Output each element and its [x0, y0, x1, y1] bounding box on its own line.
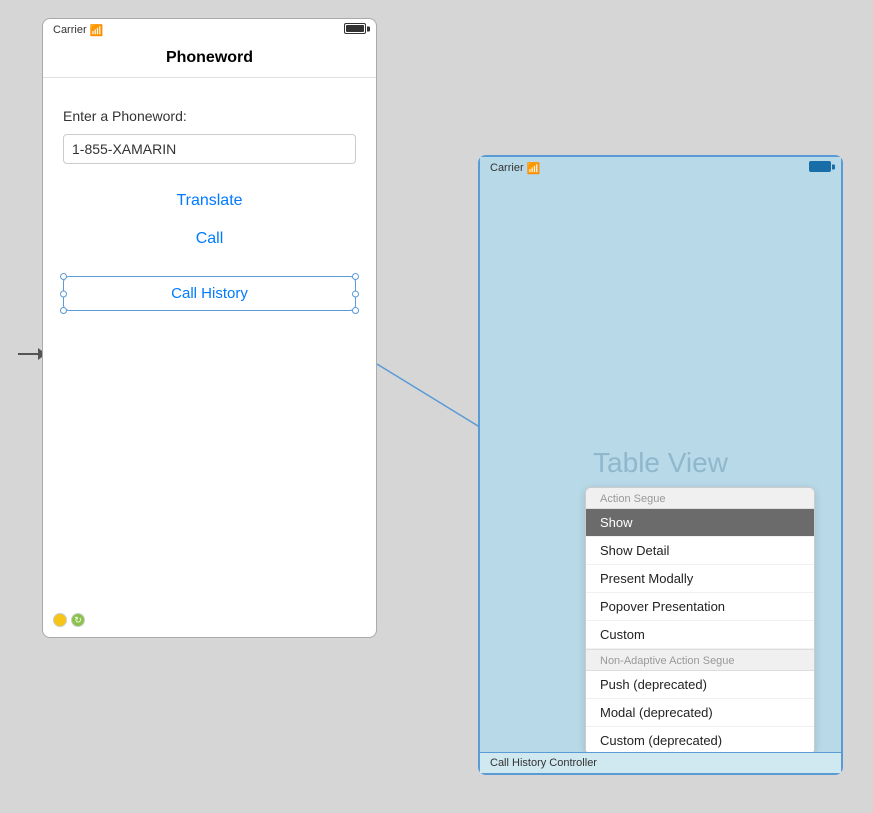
translate-button[interactable]: Translate: [63, 184, 356, 218]
handle-tl: [60, 273, 67, 280]
dropdown-section1-header: Action Segue: [586, 488, 814, 509]
dropdown-item-popover[interactable]: Popover Presentation: [586, 593, 814, 621]
carrier-wifi-2: Carrier 📶: [490, 162, 540, 175]
phone-frame-2-inner: Carrier 📶 Table View Action Segue Show S…: [480, 157, 841, 773]
call-button[interactable]: Call: [63, 222, 356, 256]
carrier-wifi: Carrier 📶: [53, 24, 103, 37]
dropdown-item-push[interactable]: Push (deprecated): [586, 671, 814, 699]
status-bar-1: Carrier 📶: [43, 19, 376, 41]
wifi-icon: 📶: [90, 24, 104, 37]
handle-ml: [60, 290, 67, 297]
dropdown-section2-header: Non-Adaptive Action Segue: [586, 649, 814, 671]
action-segue-dropdown[interactable]: Action Segue Show Show Detail Present Mo…: [585, 487, 815, 755]
table-view-label: Table View: [480, 447, 841, 479]
battery-icon-2: [809, 161, 831, 172]
phone-frame-2: Carrier 📶 Table View Action Segue Show S…: [478, 155, 843, 775]
carrier-label: Carrier: [53, 24, 87, 36]
wifi-icon-2: 📶: [527, 162, 541, 175]
status-bar-2: Carrier 📶: [480, 157, 841, 179]
call-history-button[interactable]: Call History: [63, 276, 356, 311]
dropdown-item-modal[interactable]: Modal (deprecated): [586, 699, 814, 727]
phone-content: Enter a Phoneword: 1-855-XAMARIN Transla…: [43, 78, 376, 311]
dot-reload: ↻: [71, 613, 85, 627]
dot-yellow: [53, 613, 67, 627]
dropdown-item-show[interactable]: Show: [586, 509, 814, 537]
phone-bottom-indicators: ↻: [53, 613, 85, 627]
handle-mr: [352, 290, 359, 297]
phone-title: Phoneword: [43, 41, 376, 78]
phone2-bottom-label: Call History Controller: [480, 752, 841, 773]
call-history-container: Call History: [63, 276, 356, 311]
dropdown-item-show-detail[interactable]: Show Detail: [586, 537, 814, 565]
battery-icon: [344, 23, 366, 34]
phoneword-label: Enter a Phoneword:: [63, 108, 356, 124]
phone-frame-1: Carrier 📶 Phoneword Enter a Phoneword: 1…: [42, 18, 377, 638]
canvas: Carrier 📶 Phoneword Enter a Phoneword: 1…: [0, 0, 873, 813]
dropdown-item-custom-deprecated[interactable]: Custom (deprecated): [586, 727, 814, 754]
handle-tr: [352, 273, 359, 280]
battery-container-2: [809, 161, 831, 175]
handle-br: [352, 307, 359, 314]
carrier-label-2: Carrier: [490, 162, 524, 174]
dropdown-item-custom[interactable]: Custom: [586, 621, 814, 649]
phoneword-input[interactable]: 1-855-XAMARIN: [63, 134, 356, 164]
dropdown-item-present-modally[interactable]: Present Modally: [586, 565, 814, 593]
battery-container: [344, 23, 366, 37]
handle-bl: [60, 307, 67, 314]
